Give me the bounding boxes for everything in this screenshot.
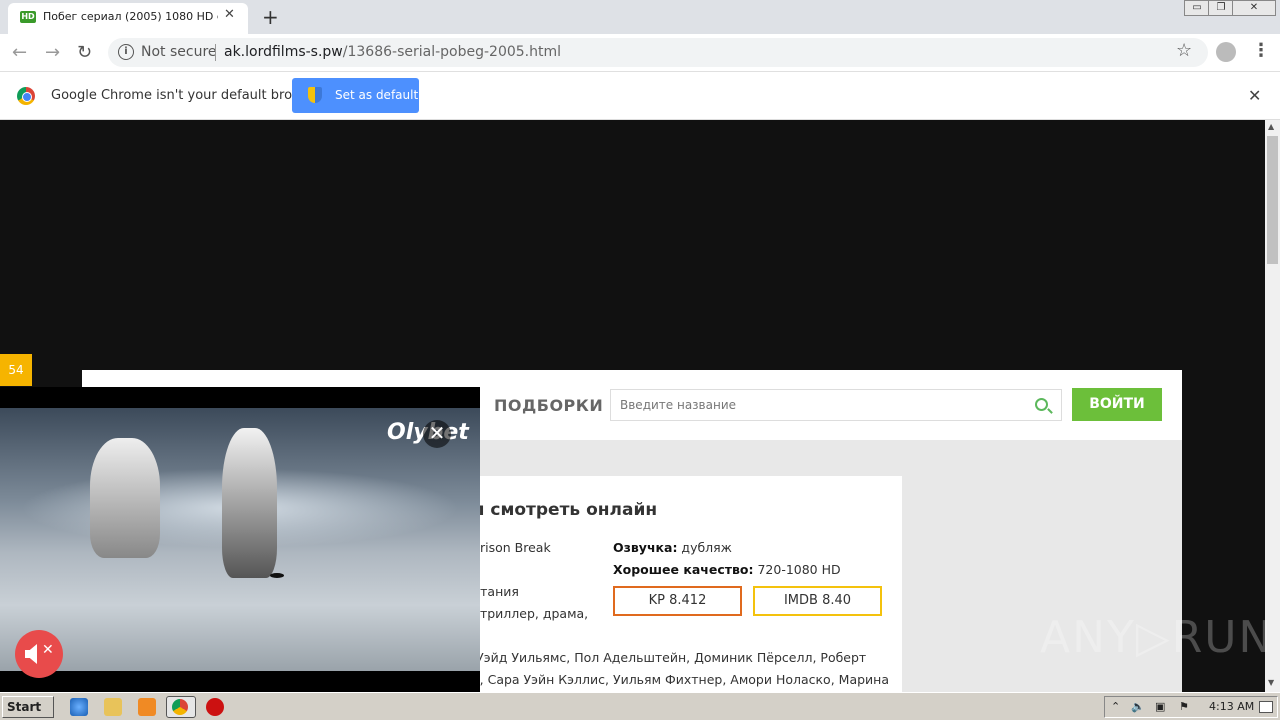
vertical-scrollbar[interactable]: ▲ ▼ — [1265, 120, 1280, 692]
imdb-rating-badge[interactable]: IMDB 8.40 — [753, 586, 882, 616]
set-as-default-button[interactable]: Set as default — [292, 78, 419, 113]
security-app-icon[interactable] — [206, 698, 224, 716]
speaker-icon — [25, 644, 37, 664]
infobar-close-icon[interactable]: ✕ — [1248, 86, 1261, 105]
windows-taskbar: Start ⌃ 🔈 ▣ ⚑ 4:13 AM — [0, 692, 1280, 720]
login-button[interactable]: ВОЙТИ — [1072, 388, 1162, 421]
mute-x-icon: ✕ — [42, 642, 54, 658]
original-title: rison Break — [480, 540, 551, 555]
menu-icon[interactable]: ⋮ — [1252, 40, 1270, 61]
tab-title: Побег сериал (2005) 1080 HD смотр — [43, 10, 218, 23]
folder-icon[interactable] — [104, 698, 122, 716]
voice-over: Озвучка: дубляж — [613, 540, 732, 555]
profile-avatar[interactable] — [1216, 42, 1236, 62]
address-bar[interactable]: i Not secure ak.lordfilms-s.pw/13686-ser… — [108, 38, 1208, 67]
browser-toolbar: ← → ↻ i Not secure ak.lordfilms-s.pw/136… — [0, 34, 1280, 72]
video-ad-overlay[interactable]: Olybet ✕ ✕ — [0, 387, 480, 692]
close-ad-icon[interactable]: ✕ — [423, 420, 451, 448]
system-tray: ⌃ 🔈 ▣ ⚑ 4:13 AM — [1104, 696, 1278, 718]
back-button[interactable]: ← — [12, 42, 27, 63]
minimize-button[interactable]: ▭ — [1184, 0, 1210, 16]
url-host: ak.lordfilms-s.pw — [224, 44, 343, 60]
actors-line-2: о, Сара Уэйн Кэллис, Уильям Фихтнер, Амо… — [472, 672, 889, 687]
voice-value: дубляж — [677, 540, 732, 555]
search-icon[interactable] — [1035, 398, 1048, 411]
browser-tab[interactable]: HD Побег сериал (2005) 1080 HD смотр ✕ — [8, 3, 248, 34]
tab-close-icon[interactable]: ✕ — [224, 7, 235, 22]
media-player-icon[interactable] — [138, 698, 156, 716]
puck — [270, 573, 284, 578]
voice-label: Озвучка: — [613, 540, 678, 555]
tab-favicon-icon: HD — [20, 11, 36, 23]
movie-title: л смотреть онлайн — [472, 500, 658, 520]
tab-strip: HD Побег сериал (2005) 1080 HD смотр ✕ +… — [0, 0, 1280, 34]
search-input[interactable]: Введите название — [610, 389, 1062, 421]
scroll-thumb[interactable] — [1267, 136, 1278, 264]
maximize-button[interactable]: ❐ — [1208, 0, 1234, 16]
kp-rating-badge[interactable]: KP 8.412 — [613, 586, 742, 616]
info-icon[interactable]: i — [118, 44, 134, 60]
chrome-icon — [172, 699, 188, 715]
start-label: Start — [7, 700, 42, 714]
anyrun-watermark: ANY▷RUN — [1040, 612, 1274, 663]
shield-icon — [308, 87, 322, 103]
scroll-down-icon[interactable]: ▼ — [1268, 678, 1274, 687]
set-as-default-label: Set as default — [335, 88, 419, 102]
genre: , триллер, драма, — [472, 606, 589, 621]
scroll-up-icon[interactable]: ▲ — [1268, 122, 1274, 131]
url-separator — [215, 44, 216, 61]
forward-button[interactable]: → — [45, 42, 60, 63]
network-icon[interactable]: ▣ — [1155, 700, 1165, 713]
search-placeholder: Введите название — [620, 398, 737, 412]
mute-button[interactable]: ✕ — [15, 630, 63, 678]
url-text[interactable]: ak.lordfilms-s.pw/13686-serial-pobeg-200… — [224, 44, 561, 60]
new-tab-button[interactable]: + — [262, 5, 279, 29]
default-browser-infobar: Google Chrome isn't your default browser… — [0, 72, 1280, 120]
bookmark-star-icon[interactable]: ☆ — [1176, 40, 1192, 61]
flag-icon[interactable]: ⚑ — [1179, 700, 1189, 713]
quality-value: 720-1080 HD — [753, 562, 841, 577]
taskbar-clock[interactable]: 4:13 AM — [1209, 700, 1254, 713]
quality: Хорошее качество: 720-1080 HD — [613, 562, 841, 577]
reload-button[interactable]: ↻ — [77, 42, 92, 63]
chrome-logo-icon — [17, 87, 35, 105]
actors-line-1: н, Уэйд Уильямс, Пол Адельштейн, Доминик… — [460, 650, 867, 665]
start-button[interactable]: Start — [2, 696, 54, 718]
quality-label: Хорошее качество: — [613, 562, 754, 577]
skater-figure — [222, 428, 277, 578]
window-close-button[interactable]: ✕ — [1232, 0, 1276, 16]
video-frame[interactable]: Olybet ✕ — [0, 408, 480, 671]
goalie-figure — [90, 438, 160, 558]
volume-icon[interactable]: 🔈 — [1131, 700, 1145, 713]
show-desktop-icon[interactable] — [1259, 701, 1273, 713]
infobar-message: Google Chrome isn't your default browser — [51, 88, 323, 103]
security-label: Not secure — [141, 44, 217, 60]
ie-icon[interactable] — [70, 698, 88, 716]
url-path: /13686-serial-pobeg-2005.html — [342, 44, 562, 60]
nav-collections-link[interactable]: ПОДБОРКИ — [494, 396, 603, 415]
tray-expand-icon[interactable]: ⌃ — [1111, 700, 1120, 713]
counter-badge[interactable]: 54 — [0, 354, 32, 386]
